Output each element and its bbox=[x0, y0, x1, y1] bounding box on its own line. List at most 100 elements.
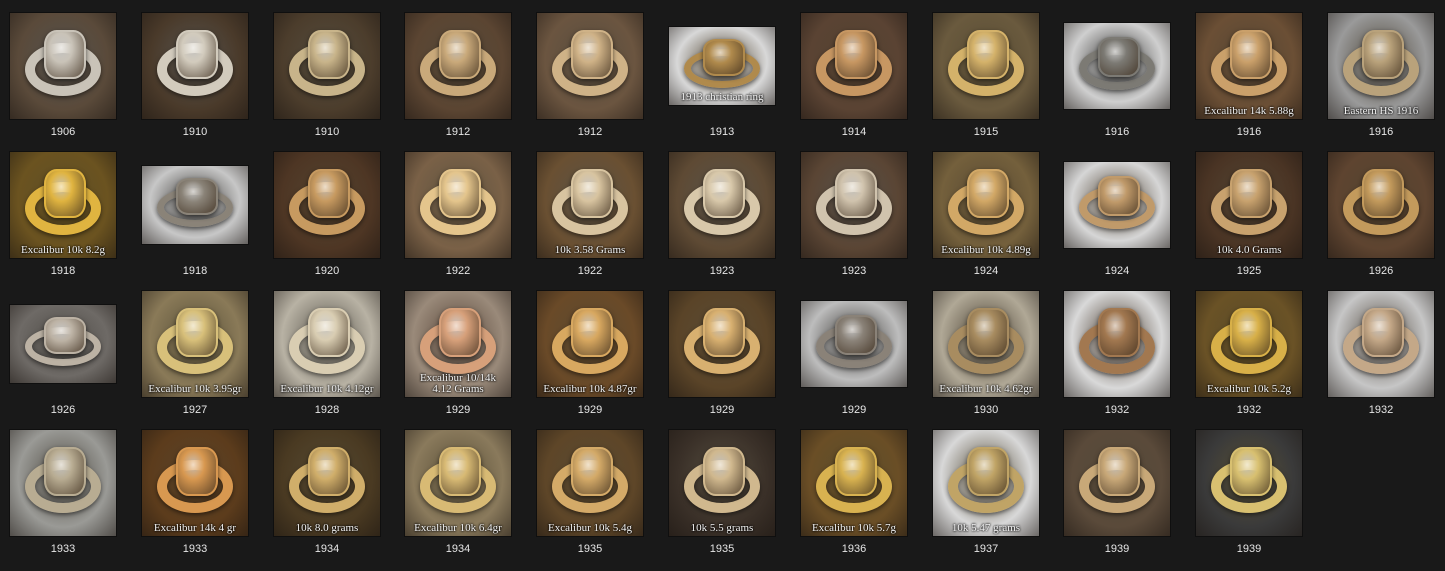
ring-photo[interactable]: Excalibur 10k 3.95gr bbox=[142, 291, 248, 397]
ring-photo[interactable]: 10k 3.58 Grams bbox=[537, 152, 643, 258]
thumbnail-item[interactable]: Excalibur 10/14k 4.12 Grams 1929 bbox=[392, 289, 524, 427]
thumbnail-item[interactable]: 1926 bbox=[0, 289, 129, 427]
ring-photo[interactable] bbox=[10, 305, 116, 383]
thumbnail-item[interactable]: Excalibur 10k 8.2g 1918 bbox=[0, 150, 129, 288]
thumbnail-item[interactable]: 10k 4.0 Grams 1925 bbox=[1183, 150, 1315, 288]
thumbnail-item[interactable]: Excalibur 14k 5.88g 1916 bbox=[1183, 11, 1315, 149]
thumbnail-item[interactable]: 1923 bbox=[656, 150, 788, 288]
thumbnail-item[interactable]: Excalibur 10k 5.2g 1932 bbox=[1183, 289, 1315, 427]
ring-photo[interactable]: 10k 4.0 Grams bbox=[1196, 152, 1302, 258]
ring-photo[interactable] bbox=[1196, 430, 1302, 536]
thumbnail-item[interactable]: Excalibur 14k 4 gr 1933 bbox=[129, 428, 261, 566]
thumbnail-item[interactable]: 1912 bbox=[392, 11, 524, 149]
thumbnail-item[interactable]: 1923 bbox=[788, 150, 920, 288]
ring-crest-graphic bbox=[1230, 30, 1272, 79]
ring-photo[interactable] bbox=[801, 301, 907, 387]
ring-photo[interactable]: Excalibur 10k 6.4gr bbox=[405, 430, 511, 536]
thumbnail-item[interactable]: Excalibur 10k 5.7g 1936 bbox=[788, 428, 920, 566]
thumbnail-item[interactable]: 1915 bbox=[920, 11, 1052, 149]
photo-caption: Excalibur 10k 3.95gr bbox=[148, 383, 242, 395]
thumbnail-item[interactable]: 10k 3.58 Grams 1922 bbox=[524, 150, 656, 288]
ring-photo[interactable] bbox=[405, 13, 511, 119]
thumbnail-item[interactable]: 1918 bbox=[129, 150, 261, 288]
thumbnail-item[interactable]: Excalibur 10k 6.4gr 1934 bbox=[392, 428, 524, 566]
ring-photo[interactable]: Eastern HS 1916 bbox=[1328, 13, 1434, 119]
ring-photo[interactable]: Excalibur 14k 5.88g bbox=[1196, 13, 1302, 119]
thumbnail-item[interactable]: Excalibur 10k 4.12gr 1928 bbox=[261, 289, 393, 427]
ring-photo[interactable]: Excalibur 10k 5.2g bbox=[1196, 291, 1302, 397]
ring-crest-graphic bbox=[439, 169, 481, 218]
thumbnail-item[interactable]: 10k 5.47 grams 1937 bbox=[920, 428, 1052, 566]
thumbnail-item[interactable]: Eastern HS 1916 1916 bbox=[1315, 11, 1445, 149]
thumbnail-item[interactable]: 1926 bbox=[1315, 150, 1445, 288]
thumbnail-label: 1912 bbox=[577, 126, 603, 138]
thumbnail-item[interactable]: 1913 christian ring 1913 bbox=[656, 11, 788, 149]
thumbnail-item[interactable]: Excalibur 10k 3.95gr 1927 bbox=[129, 289, 261, 427]
ring-photo[interactable] bbox=[801, 152, 907, 258]
thumbnail-label: 1920 bbox=[314, 265, 340, 277]
ring-photo[interactable] bbox=[537, 13, 643, 119]
thumbnail-item[interactable]: 1922 bbox=[392, 150, 524, 288]
ring-photo[interactable]: Excalibur 14k 4 gr bbox=[142, 430, 248, 536]
ring-photo[interactable] bbox=[405, 152, 511, 258]
ring-photo[interactable] bbox=[142, 166, 248, 244]
ring-photo[interactable]: Excalibur 10k 4.89g bbox=[933, 152, 1039, 258]
thumbnail-item[interactable]: 1929 bbox=[788, 289, 920, 427]
thumbnail-label: 1939 bbox=[1104, 543, 1130, 555]
ring-photo[interactable] bbox=[1328, 152, 1434, 258]
thumbnail-item[interactable]: Excalibur 10k 5.4g 1935 bbox=[524, 428, 656, 566]
ring-photo[interactable] bbox=[274, 13, 380, 119]
thumbnail-item[interactable]: 1920 bbox=[261, 150, 393, 288]
thumbnail-item[interactable]: 1912 bbox=[524, 11, 656, 149]
ring-photo[interactable]: 10k 5.5 grams bbox=[669, 430, 775, 536]
ring-photo[interactable] bbox=[1328, 291, 1434, 397]
thumbnail-item[interactable]: 1906 bbox=[0, 11, 129, 149]
ring-photo[interactable]: Excalibur 10k 4.87gr bbox=[537, 291, 643, 397]
ring-photo[interactable]: 10k 5.47 grams bbox=[933, 430, 1039, 536]
ring-photo[interactable] bbox=[669, 291, 775, 397]
ring-photo[interactable]: 1913 christian ring bbox=[669, 27, 775, 105]
thumbnail-item[interactable]: 1932 bbox=[1315, 289, 1445, 427]
thumbnail-item[interactable]: Excalibur 10k 4.87gr 1929 bbox=[524, 289, 656, 427]
thumbnail-item[interactable]: 1933 bbox=[0, 428, 129, 566]
ring-photo[interactable] bbox=[1064, 162, 1170, 248]
thumbnail-item[interactable]: Excalibur 10k 4.89g 1924 bbox=[920, 150, 1052, 288]
thumbnail-item[interactable]: 1914 bbox=[788, 11, 920, 149]
ring-crest-graphic bbox=[1362, 169, 1404, 218]
ring-photo[interactable] bbox=[274, 152, 380, 258]
ring-photo[interactable] bbox=[10, 430, 116, 536]
thumbnail-item[interactable]: 1939 bbox=[1183, 428, 1315, 566]
thumbnail-item[interactable]: 1939 bbox=[1051, 428, 1183, 566]
ring-photo[interactable] bbox=[801, 13, 907, 119]
thumbnail-label: 1929 bbox=[841, 404, 867, 416]
ring-photo[interactable]: Excalibur 10k 8.2g bbox=[10, 152, 116, 258]
thumbnail-item[interactable]: 1929 bbox=[656, 289, 788, 427]
thumbnail-item[interactable]: 1910 bbox=[261, 11, 393, 149]
ring-photo[interactable] bbox=[669, 152, 775, 258]
thumbnail-item[interactable]: 1932 bbox=[1051, 289, 1183, 427]
ring-photo[interactable] bbox=[1064, 291, 1170, 397]
thumbnail-item[interactable]: Excalibur 10k 4.62gr 1930 bbox=[920, 289, 1052, 427]
ring-photo[interactable]: Excalibur 10k 5.7g bbox=[801, 430, 907, 536]
ring-photo[interactable] bbox=[142, 13, 248, 119]
ring-crest-graphic bbox=[176, 178, 218, 215]
ring-photo[interactable]: Excalibur 10/14k 4.12 Grams bbox=[405, 291, 511, 397]
ring-crest-graphic bbox=[967, 30, 1009, 79]
ring-photo[interactable]: Excalibur 10k 5.4g bbox=[537, 430, 643, 536]
ring-photo[interactable] bbox=[10, 13, 116, 119]
thumbnail-item[interactable]: 1924 bbox=[1051, 150, 1183, 288]
image-gallery: 1906 1910 1910 1912 1912 1913 christian ring 1… bbox=[0, 0, 1445, 571]
ring-photo[interactable] bbox=[1064, 23, 1170, 109]
thumbnail-item[interactable]: 10k 5.5 grams 1935 bbox=[656, 428, 788, 566]
thumbnail-item[interactable]: 10k 8.0 grams 1934 bbox=[261, 428, 393, 566]
ring-photo[interactable]: Excalibur 10k 4.12gr bbox=[274, 291, 380, 397]
ring-photo[interactable]: Excalibur 10k 4.62gr bbox=[933, 291, 1039, 397]
thumbnail-label: 1932 bbox=[1104, 404, 1130, 416]
ring-photo[interactable]: 10k 8.0 grams bbox=[274, 430, 380, 536]
ring-photo[interactable] bbox=[933, 13, 1039, 119]
thumbnail-item[interactable]: 1916 bbox=[1051, 11, 1183, 149]
thumbnail-item[interactable]: 1910 bbox=[129, 11, 261, 149]
thumbnail-label: 1932 bbox=[1236, 404, 1262, 416]
thumbnail-label: 1926 bbox=[50, 404, 76, 416]
ring-photo[interactable] bbox=[1064, 430, 1170, 536]
